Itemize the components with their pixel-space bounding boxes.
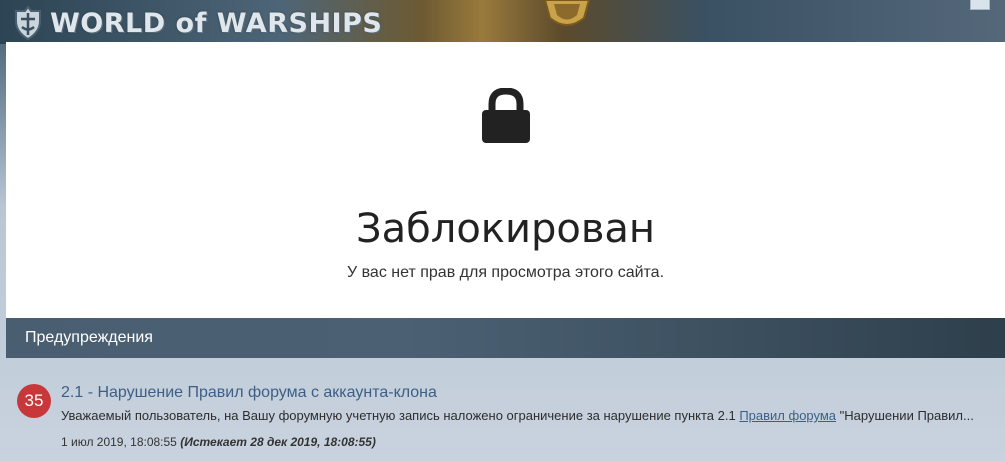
lock-icon	[482, 88, 530, 143]
warning-item: 35 2.1 - Нарушение Правил форума с аккау…	[0, 358, 1005, 461]
header-badge-emblem	[543, 0, 591, 26]
warning-title-link[interactable]: 2.1 - Нарушение Правил форума с аккаунта…	[61, 384, 437, 402]
logo-text: WORLD of WARSHIPS	[50, 7, 383, 39]
warning-description-text: Уважаемый пользователь, на Вашу форумную…	[61, 408, 736, 423]
warning-issued-date: 1 июл 2019, 18:08:55	[61, 435, 177, 449]
blocked-message: У вас нет прав для просмотра этого сайта…	[346, 264, 665, 281]
warships-emblem-icon	[15, 5, 41, 41]
site-header: WORLD of WARSHIPS	[0, 0, 1005, 44]
header-corner-box	[970, 0, 990, 10]
warnings-section-header: Предупреждения	[6, 318, 1005, 358]
warning-description-tail: "Нарушении Правил...	[839, 408, 974, 423]
warning-points-badge: 35	[17, 384, 51, 418]
site-logo[interactable]: WORLD of WARSHIPS	[10, 5, 383, 41]
page-title: Заблокирован	[355, 206, 656, 252]
warnings-header-title: Предупреждения	[25, 329, 153, 346]
warning-description: Уважаемый пользователь, на Вашу форумную…	[61, 408, 991, 423]
forum-rules-link[interactable]: Правил форума	[739, 408, 836, 423]
blocked-panel: Заблокирован У вас нет прав для просмотр…	[6, 42, 1005, 318]
warning-date: 1 июл 2019, 18:08:55 (Истекает 28 дек 20…	[61, 435, 376, 449]
warning-expires-date: (Истекает 28 дек 2019, 18:08:55)	[180, 435, 376, 449]
